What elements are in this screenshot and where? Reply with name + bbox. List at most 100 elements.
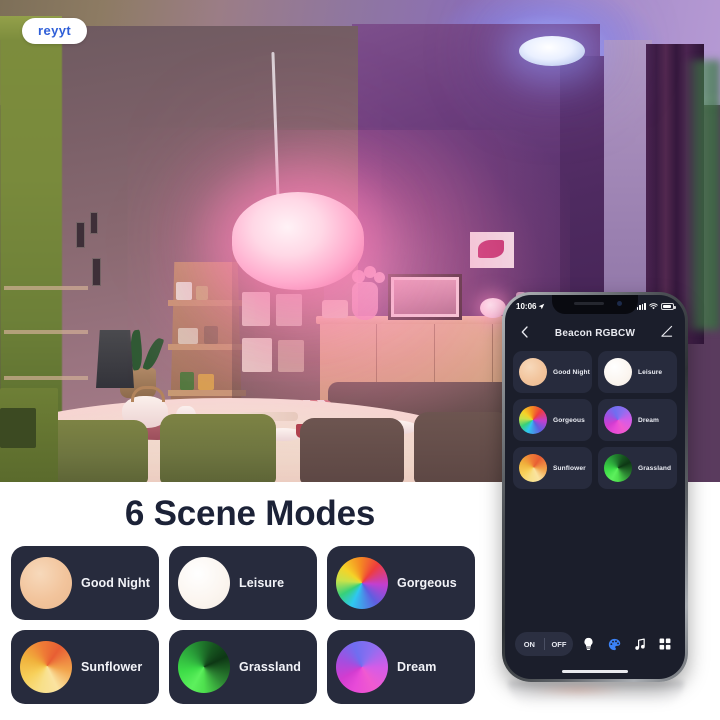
- scene-label: Grassland: [239, 660, 302, 674]
- phone-scene-grid: Good Night Leisure Gorgeous Dream Sunflo…: [513, 351, 677, 489]
- shelf-row: [4, 330, 88, 334]
- scene-label: Gorgeous: [397, 576, 457, 590]
- phone-scene-label: Gorgeous: [553, 416, 585, 424]
- bar-stool: [96, 330, 134, 388]
- phone-scene-label: Grassland: [638, 464, 672, 472]
- decor-box: [322, 300, 348, 318]
- on-label[interactable]: ON: [515, 640, 544, 649]
- scene-card-grassland[interactable]: Grassland: [169, 630, 317, 704]
- shelf-item: [204, 326, 218, 344]
- scene-swatch-sunflower: [20, 641, 72, 693]
- shelf-item: [198, 374, 214, 390]
- magazine: [242, 338, 272, 372]
- scene-label: Good Night: [81, 576, 151, 590]
- glass-vase: [352, 282, 378, 320]
- dining-chair: [160, 414, 276, 484]
- scene-card-sunflower[interactable]: Sunflower: [11, 630, 159, 704]
- scene-swatch-grassland: [178, 641, 230, 693]
- phone-scene-dream[interactable]: Dream: [598, 399, 677, 441]
- green-wall: [0, 20, 62, 420]
- wall-frame-small: [92, 258, 101, 286]
- scene-card-gorgeous[interactable]: Gorgeous: [327, 546, 475, 620]
- shelf-row: [4, 286, 88, 290]
- phone-scene-good-night[interactable]: Good Night: [513, 351, 592, 393]
- status-bar-right: [636, 302, 676, 310]
- framed-landscape-picture: [388, 274, 462, 320]
- status-bar-left: 10:06: [516, 302, 545, 311]
- battery-icon: [661, 302, 676, 310]
- wifi-icon: [649, 302, 658, 309]
- home-indicator: [562, 670, 628, 673]
- device-title: Beacon RGBCW: [554, 327, 636, 339]
- page-title: 6 Scene Modes: [124, 494, 376, 533]
- palette-glyph: [608, 638, 621, 650]
- magazine: [242, 292, 270, 326]
- grid-apps-glyph: [659, 638, 671, 650]
- scene-label: Sunflower: [81, 660, 143, 674]
- bulb-icon[interactable]: [579, 633, 598, 655]
- dining-chair: [300, 418, 404, 484]
- edit-button[interactable]: [660, 325, 675, 340]
- shelf-item: [176, 282, 192, 300]
- scene-swatch-leisure: [178, 557, 230, 609]
- phone-screen: 10:06 Beacon RGBCW Good Night Leisure Go…: [505, 295, 685, 679]
- phone-swatch-grassland: [604, 454, 632, 482]
- phone-swatch-dream: [604, 406, 632, 434]
- magazine: [276, 294, 302, 326]
- off-label[interactable]: OFF: [545, 640, 574, 649]
- phone-swatch-leisure: [604, 358, 632, 386]
- status-time: 10:06: [516, 301, 537, 311]
- scene-swatch-gorgeous: [336, 557, 388, 609]
- phone-scene-label: Leisure: [638, 368, 663, 376]
- palette-icon[interactable]: [605, 633, 624, 655]
- chevron-left-icon: [521, 326, 528, 338]
- back-button[interactable]: [516, 324, 532, 340]
- power-toggle[interactable]: ON OFF: [515, 632, 574, 656]
- phone-scene-gorgeous[interactable]: Gorgeous: [513, 399, 592, 441]
- phone-reflection: [508, 681, 684, 707]
- scene-mode-card-grid: Good Night Leisure Gorgeous Sunflower Gr…: [11, 546, 475, 704]
- signal-bars-icon: [636, 302, 646, 310]
- pencil-edit-icon: [661, 325, 673, 337]
- ceiling-light-fixture: [519, 36, 585, 66]
- shelf-item: [178, 328, 198, 344]
- vase-flower: [374, 272, 385, 283]
- curtain-green-glow: [684, 60, 720, 330]
- phone-scene-label: Dream: [638, 416, 660, 424]
- phone-scene-sunflower[interactable]: Sunflower: [513, 447, 592, 489]
- smartphone-mockup: 10:06 Beacon RGBCW Good Night Leisure Go…: [502, 292, 688, 682]
- phone-swatch-gorgeous: [519, 406, 547, 434]
- phone-scene-leisure[interactable]: Leisure: [598, 351, 677, 393]
- scene-swatch-good-night: [20, 557, 72, 609]
- shelf-row: [4, 376, 88, 380]
- phone-bottom-toolbar: ON OFF: [515, 631, 675, 657]
- status-bar: 10:06: [505, 295, 685, 317]
- bulb-glyph: [584, 637, 594, 651]
- phone-scene-label: Sunflower: [553, 464, 586, 472]
- shelf-item: [196, 286, 208, 300]
- scene-card-leisure[interactable]: Leisure: [169, 546, 317, 620]
- nav-bar: Beacon RGBCW: [505, 321, 685, 345]
- shelf-item: [180, 372, 194, 390]
- scene-card-dream[interactable]: Dream: [327, 630, 475, 704]
- scene-label: Dream: [397, 660, 437, 674]
- music-note-icon[interactable]: [630, 633, 649, 655]
- grid-apps-icon[interactable]: [656, 633, 675, 655]
- scene-swatch-dream: [336, 641, 388, 693]
- location-arrow-icon: [539, 303, 545, 309]
- scene-card-good-night[interactable]: Good Night: [11, 546, 159, 620]
- framed-art-left: [0, 408, 36, 448]
- phone-scene-grassland[interactable]: Grassland: [598, 447, 677, 489]
- wall-frame-small: [90, 212, 98, 234]
- pendant-lamp: [232, 192, 364, 290]
- wall-frame-small: [76, 222, 85, 248]
- wall-nook: [604, 40, 652, 330]
- bird-poster: [470, 232, 514, 268]
- phone-swatch-sunflower: [519, 454, 547, 482]
- brand-logo-badge: reyyt: [22, 18, 88, 44]
- scene-label: Leisure: [239, 576, 285, 590]
- phone-swatch-good-night: [519, 358, 547, 386]
- phone-scene-label: Good Night: [553, 368, 590, 376]
- magazine: [278, 340, 304, 372]
- dining-chair: [414, 412, 510, 484]
